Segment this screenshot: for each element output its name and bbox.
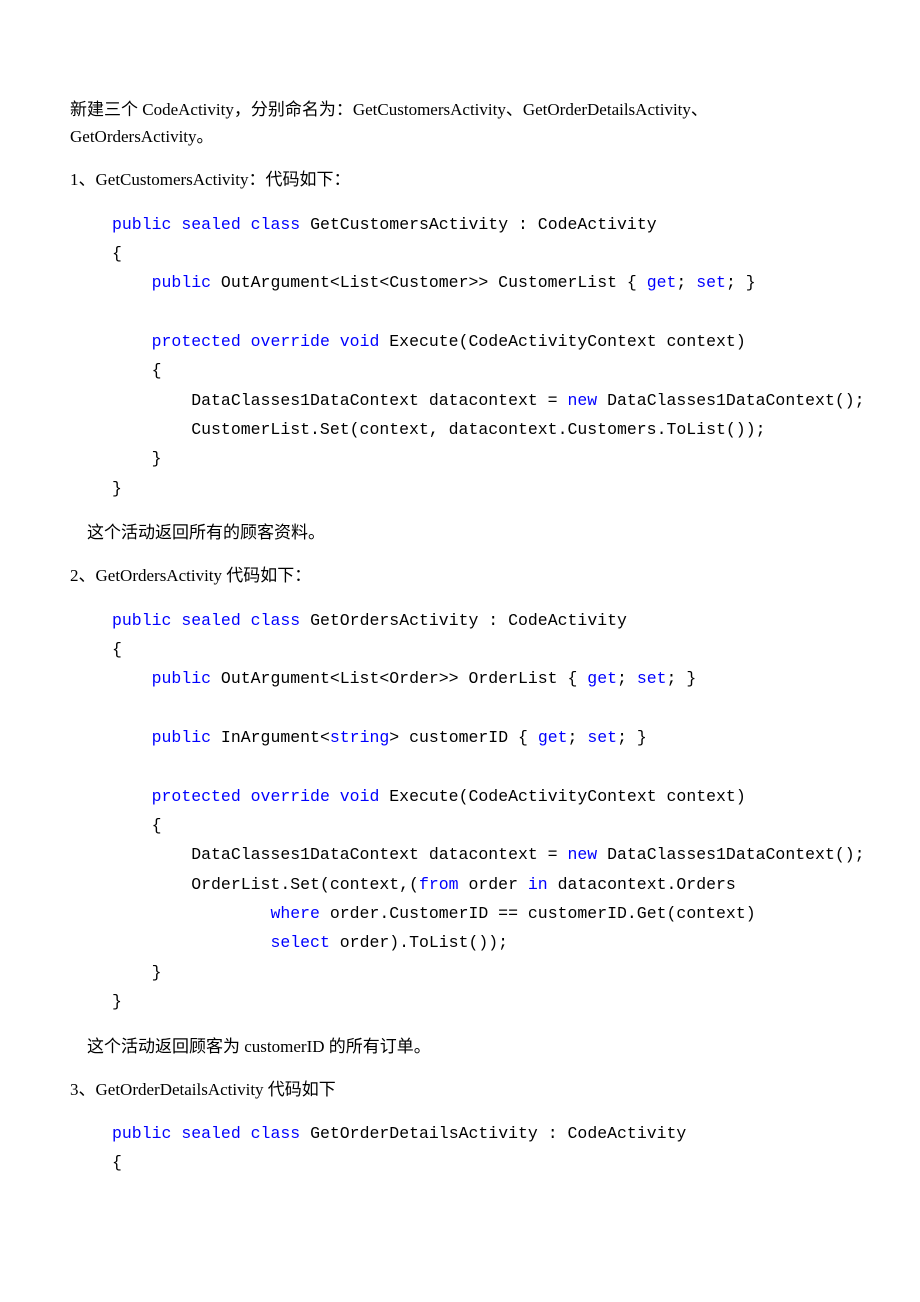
code-block-3: public sealed class GetOrderDetailsActiv… [112,1119,850,1178]
section-3-heading: 3、GetOrderDetailsActivity 代码如下 [70,1076,850,1103]
intro-paragraph: 新建三个 CodeActivity，分别命名为：GetCustomersActi… [70,96,850,150]
section-2-heading: 2、GetOrdersActivity 代码如下： [70,562,850,589]
section-1-after: 这个活动返回所有的顾客资料。 [70,519,850,546]
code-block-1: public sealed class GetCustomersActivity… [112,210,850,504]
section-1-heading: 1、GetCustomersActivity：代码如下： [70,166,850,193]
section-2-after: 这个活动返回顾客为 customerID 的所有订单。 [70,1033,850,1060]
code-block-2: public sealed class GetOrdersActivity : … [112,606,850,1017]
